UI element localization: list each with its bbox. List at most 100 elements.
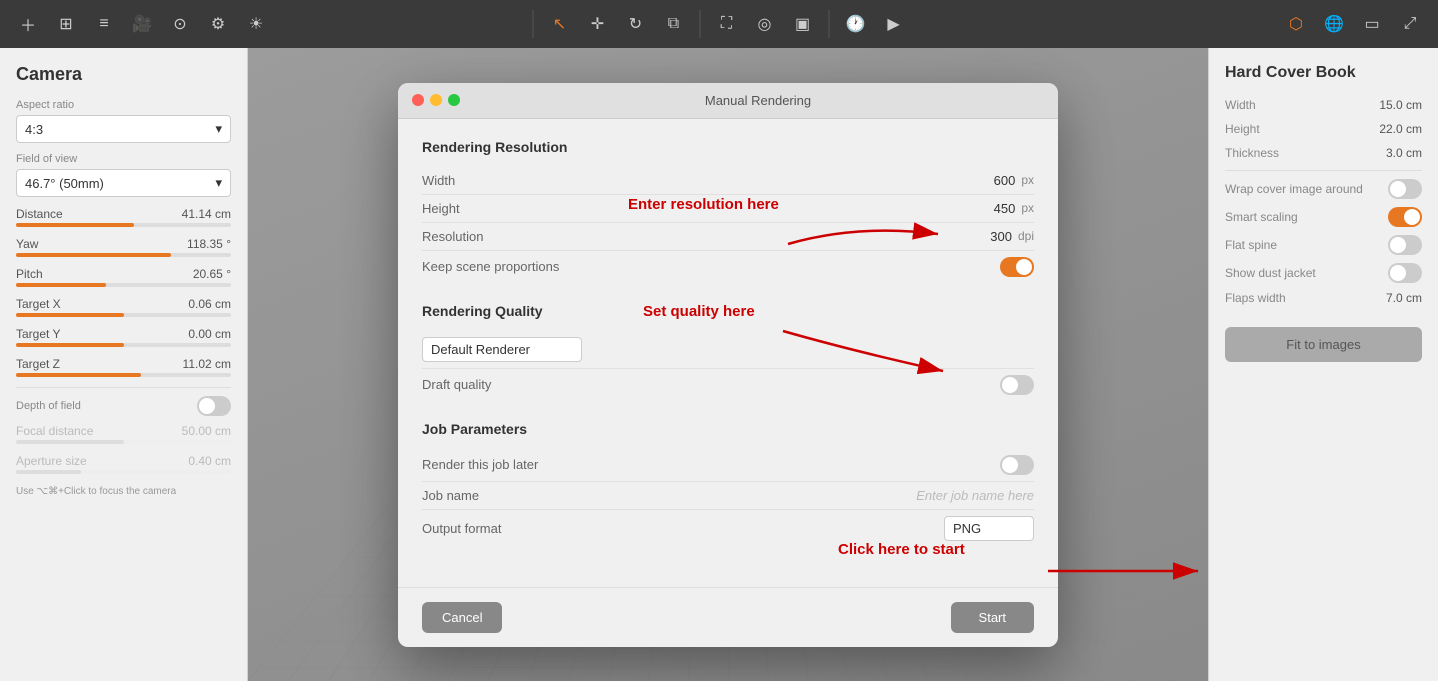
right-divider-1 [1225,170,1422,171]
footer-tip: Use ⌥⌘+Click to focus the camera [16,486,231,497]
toolbar-move-icon[interactable]: ✛ [582,8,614,40]
draft-quality-label: Draft quality [422,377,542,392]
traffic-lights [412,94,460,106]
cancel-button[interactable]: Cancel [422,602,502,633]
toolbar-clock-icon[interactable]: 🕐 [840,8,872,40]
fov-chevron: ▾ [215,175,222,191]
job-name-label: Job name [422,488,542,503]
modal-footer: Cancel Start [398,587,1058,647]
keep-proportions-label: Keep scene proportions [422,259,559,274]
renderer-select[interactable]: Default Renderer [422,337,582,362]
modal-dialog: Manual Rendering Rendering Resolution Wi… [398,83,1058,647]
toolbar-panel-icon[interactable]: ▭ [1356,8,1388,40]
smart-scaling-toggle[interactable] [1388,207,1422,227]
output-format-label: Output format [422,521,542,536]
target-x-row: Target X 0.06 cm [16,297,231,311]
toolbar-rotate-icon[interactable]: ↻ [620,8,652,40]
right-width-label: Width [1225,98,1256,112]
start-button[interactable]: Start [951,602,1034,633]
aperture-size-slider [16,470,231,474]
width-row: Width 600 px [422,167,1034,195]
traffic-light-close[interactable] [412,94,424,106]
toolbar-cube-icon[interactable]: ⬡ [1280,8,1312,40]
toolbar-crop-icon[interactable]: ⊙ [164,8,196,40]
right-thickness-label: Thickness [1225,146,1279,160]
height-unit: px [1021,201,1034,215]
flaps-width-row: Flaps width 7.0 cm [1225,291,1422,305]
toolbar-target-icon[interactable]: ◎ [749,8,781,40]
width-label: Width [422,173,542,188]
fov-value: 46.7° (50mm) [25,176,104,191]
traffic-light-maximize[interactable] [448,94,460,106]
yaw-label: Yaw [16,237,38,251]
right-height-label: Height [1225,122,1260,136]
distance-slider[interactable] [16,223,231,227]
toolbar-sun-icon[interactable]: ☀ [240,8,272,40]
draft-quality-toggle[interactable] [1000,375,1034,395]
wrap-cover-row: Wrap cover image around [1225,179,1422,199]
resolution-value: 300 [990,229,1012,244]
target-x-label: Target X [16,297,61,311]
toolbar-camera-icon[interactable]: 🎥 [126,8,158,40]
aperture-size-label: Aperture size [16,454,87,468]
aspect-ratio-value: 4:3 [25,122,43,137]
keep-proportions-toggle[interactable] [1000,257,1034,277]
toolbar-surface-icon[interactable]: ▣ [787,8,819,40]
toolbar-expand-icon[interactable]: ⤢ [1394,8,1426,40]
flat-spine-label: Flat spine [1225,238,1277,252]
draft-quality-row: Draft quality [422,369,1034,401]
focal-distance-label: Focal distance [16,424,93,438]
render-later-label: Render this job later [422,457,542,472]
focal-distance-row: Focal distance 50.00 cm [16,424,231,438]
width-prop-row: Width 15.0 cm [1225,98,1422,112]
target-z-label: Target Z [16,357,60,371]
output-format-select[interactable]: PNG JPG TIFF EXR [944,516,1034,541]
toolbar-add-icon[interactable]: ＋ [12,8,44,40]
width-right: 600 px [994,173,1034,188]
toolbar-video-icon[interactable]: ▶ [878,8,910,40]
flat-spine-row: Flat spine [1225,235,1422,255]
fov-select[interactable]: 46.7° (50mm) ▾ [16,169,231,197]
toolbar-select-icon[interactable]: ↖ [544,8,576,40]
height-row: Height 450 px [422,195,1034,223]
modal-body: Rendering Resolution Width 600 px Height [398,119,1058,587]
aspect-ratio-select[interactable]: 4:3 ▾ [16,115,231,143]
toolbar-settings-icon[interactable]: ⚙ [202,8,234,40]
modal-title: Manual Rendering [472,93,1044,108]
job-name-placeholder[interactable]: Enter job name here [916,488,1034,503]
toolbar-scene-icon[interactable]: ⛶ [711,8,743,40]
depth-of-field-toggle[interactable] [197,396,231,416]
viewport: Manual Rendering Rendering Resolution Wi… [248,48,1208,681]
fit-images-button[interactable]: Fit to images [1225,327,1422,362]
target-y-slider[interactable] [16,343,231,347]
left-panel: Camera Aspect ratio 4:3 ▾ Field of view … [0,48,248,681]
resolution-right: 300 dpi [990,229,1034,244]
traffic-light-minimize[interactable] [430,94,442,106]
target-y-value: 0.00 cm [188,327,231,341]
target-x-slider[interactable] [16,313,231,317]
toolbar-globe-icon[interactable]: 🌐 [1318,8,1350,40]
resolution-label: Resolution [422,229,542,244]
pitch-value: 20.65 ° [193,267,231,281]
flat-spine-toggle[interactable] [1388,235,1422,255]
job-parameters-section: Job Parameters Render this job later Job… [422,421,1034,547]
toolbar-right-tools: ⬡ 🌐 ▭ ⤢ [1280,8,1426,40]
pitch-row: Pitch 20.65 ° [16,267,231,281]
render-later-toggle[interactable] [1000,455,1034,475]
job-name-row: Job name Enter job name here [422,482,1034,510]
width-unit: px [1021,173,1034,187]
distance-label: Distance [16,207,63,221]
toolbar-grid-icon[interactable]: ⊞ [50,8,82,40]
height-prop-row: Height 22.0 cm [1225,122,1422,136]
target-x-value: 0.06 cm [188,297,231,311]
modal-titlebar: Manual Rendering [398,83,1058,119]
toolbar-menu-icon[interactable]: ≡ [88,8,120,40]
job-parameters-title: Job Parameters [422,421,1034,437]
yaw-slider[interactable] [16,253,231,257]
pitch-slider[interactable] [16,283,231,287]
target-z-slider[interactable] [16,373,231,377]
wrap-cover-toggle[interactable] [1388,179,1422,199]
focal-distance-slider [16,440,231,444]
toolbar-duplicate-icon[interactable]: ⧉ [658,8,690,40]
show-dust-jacket-toggle[interactable] [1388,263,1422,283]
